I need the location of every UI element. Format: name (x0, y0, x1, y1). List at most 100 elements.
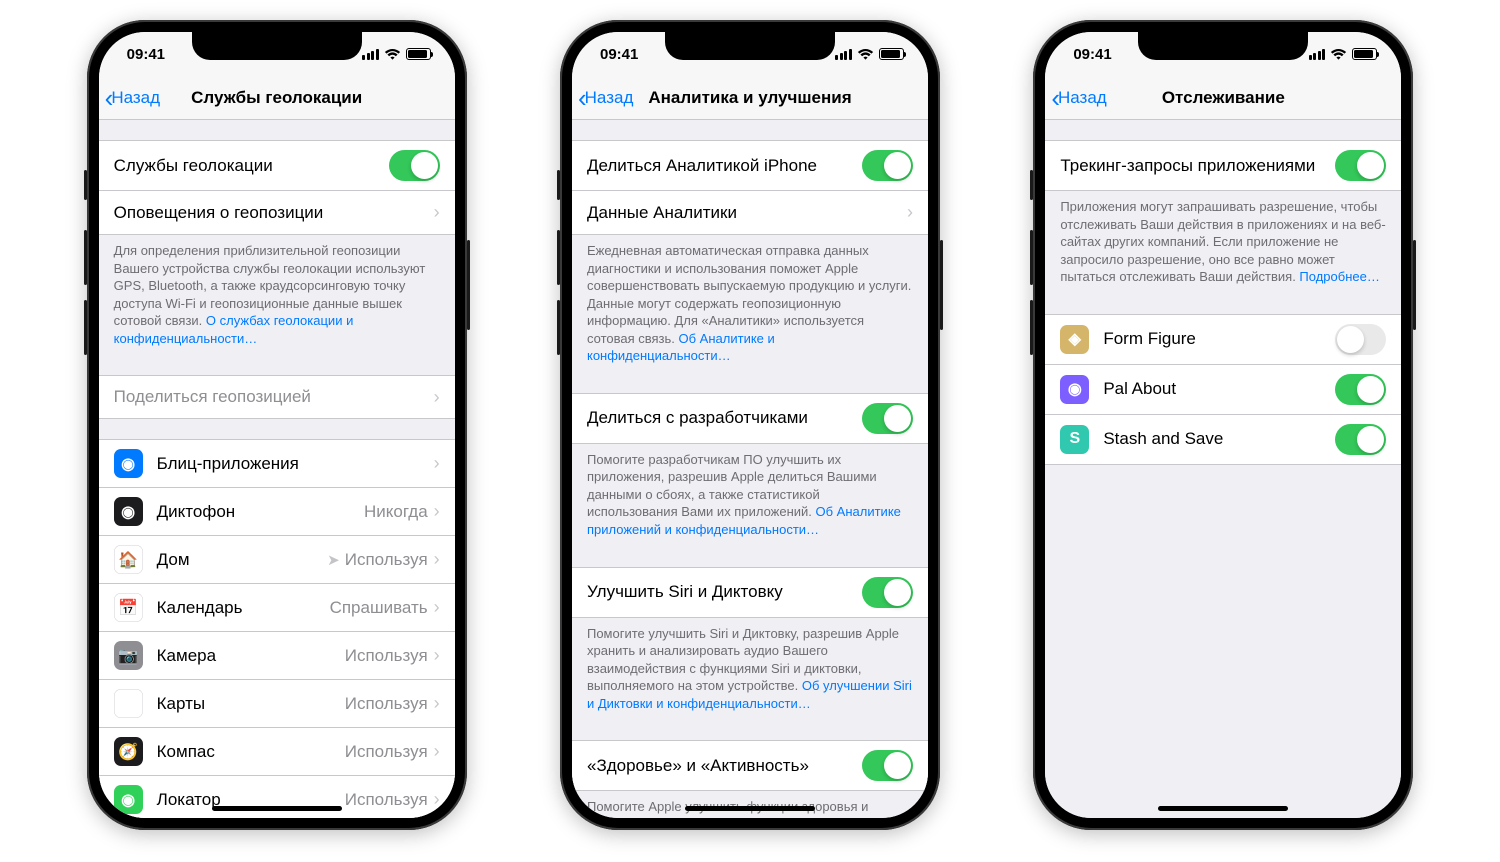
nav-bar: ‹ Назад Отслеживание (1045, 76, 1401, 120)
phone-3: 09:41 ‹ Назад Отслеживание Трекинг-запро… (1033, 20, 1413, 830)
battery-icon (1352, 48, 1377, 60)
app-name: Pal About (1103, 379, 1335, 399)
wifi-icon (384, 48, 401, 61)
battery-icon (406, 48, 431, 60)
link-learn-more[interactable]: Подробнее… (1299, 269, 1379, 284)
signal-icon (835, 49, 852, 60)
footer-siri: Помогите улучшить Siri и Диктовку, разре… (572, 618, 928, 721)
tracking-app-row[interactable]: ◉ Pal About (1045, 365, 1401, 415)
toggle-tracking-requests[interactable] (1335, 150, 1386, 181)
content[interactable]: Делиться Аналитикой iPhone Данные Аналит… (572, 120, 928, 818)
app-name: Компас (157, 742, 345, 762)
app-row[interactable]: 🗺КартыИспользуя› (99, 680, 455, 728)
toggle-location-services[interactable] (389, 150, 440, 181)
wifi-icon (1330, 48, 1347, 61)
chevron-right-icon: › (434, 202, 440, 223)
toggle-improve-siri[interactable] (862, 577, 913, 608)
chevron-right-icon: › (434, 549, 440, 570)
back-button[interactable]: ‹ Назад (578, 85, 633, 111)
row-location-services[interactable]: Службы геолокации (99, 140, 455, 191)
app-icon: ◉ (114, 449, 143, 478)
chevron-right-icon: › (907, 202, 913, 223)
app-icon: ◉ (1060, 375, 1089, 404)
home-indicator[interactable] (212, 806, 342, 811)
content[interactable]: Трекинг-запросы приложениями Приложения … (1045, 120, 1401, 818)
home-indicator[interactable] (1158, 806, 1288, 811)
app-name: Form Figure (1103, 329, 1335, 349)
tracking-app-row[interactable]: ◈ Form Figure (1045, 314, 1401, 365)
app-name: Календарь (157, 598, 330, 618)
status-time: 09:41 (600, 46, 638, 63)
app-icon: 📅 (114, 593, 143, 622)
app-detail: Используя (345, 646, 428, 666)
app-row[interactable]: 📷 КамераИспользуя › (99, 632, 455, 680)
footer-location-info: Для определения приблизительной геопозиц… (99, 235, 455, 355)
home-indicator[interactable] (685, 806, 815, 811)
phone-1: 09:41 ‹ Назад Службы геолокации Службы г… (87, 20, 467, 830)
app-row[interactable]: ◉ Блиц-приложения› (99, 439, 455, 488)
chevron-right-icon: › (434, 501, 440, 522)
row-health-activity[interactable]: «Здоровье» и «Активность» (572, 740, 928, 791)
footer-analytics: Ежедневная автоматическая отправка данны… (572, 235, 928, 373)
app-name: Камера (157, 646, 345, 666)
app-name: Диктофон (157, 502, 364, 522)
back-button[interactable]: ‹ Назад (1051, 85, 1106, 111)
back-label: Назад (585, 88, 634, 108)
app-icon: 📷 (114, 641, 143, 670)
row-share-location[interactable]: Поделиться геопозицией › (99, 375, 455, 419)
app-row[interactable]: 🏠Дом➤Используя› (99, 536, 455, 584)
app-icon: 🏠 (114, 545, 143, 574)
tracking-app-list: ◈ Form Figure ◉ Pal About S Stash and Save (1045, 314, 1401, 465)
app-name: Карты (157, 694, 345, 714)
chevron-right-icon: › (434, 741, 440, 762)
app-icon: S (1060, 425, 1089, 454)
app-row[interactable]: 🧭КомпасИспользуя› (99, 728, 455, 776)
chevron-right-icon: › (434, 645, 440, 666)
app-list: ◉Блиц-приложения›◉ДиктофонНикогда›🏠Дом➤И… (99, 439, 455, 818)
app-detail: Используя (345, 742, 428, 762)
status-time: 09:41 (1073, 46, 1111, 63)
chevron-right-icon: › (434, 387, 440, 408)
back-label: Назад (111, 88, 160, 108)
app-detail: Никогда (364, 502, 428, 522)
toggle-health-activity[interactable] (862, 750, 913, 781)
signal-icon (362, 49, 379, 60)
notch (1138, 32, 1308, 60)
app-icon: ◈ (1060, 325, 1089, 354)
back-button[interactable]: ‹ Назад (105, 85, 160, 111)
app-row[interactable]: ◉ ДиктофонНикогда › (99, 488, 455, 536)
chevron-right-icon: › (434, 597, 440, 618)
chevron-right-icon: › (434, 453, 440, 474)
app-row[interactable]: ◉ЛокаторИспользуя› (99, 776, 455, 818)
app-icon: ◉ (114, 785, 143, 814)
phone-2: 09:41 ‹ Назад Аналитика и улучшения Дели… (560, 20, 940, 830)
row-location-alerts[interactable]: Оповещения о геопозиции › (99, 191, 455, 235)
toggle-share-developers[interactable] (862, 403, 913, 434)
app-detail: Используя (345, 790, 428, 810)
toggle-share-analytics[interactable] (862, 150, 913, 181)
nav-bar: ‹ Назад Аналитика и улучшения (572, 76, 928, 120)
toggle-app-tracking[interactable] (1335, 424, 1386, 455)
app-detail: Используя (345, 550, 428, 570)
battery-icon (879, 48, 904, 60)
row-analytics-data[interactable]: Данные Аналитики › (572, 191, 928, 235)
content[interactable]: Службы геолокации Оповещения о геопозици… (99, 120, 455, 818)
app-row[interactable]: 📅КалендарьСпрашивать› (99, 584, 455, 632)
app-name: Блиц-приложения (157, 454, 434, 474)
location-arrow-icon: ➤ (327, 551, 340, 569)
toggle-app-tracking[interactable] (1335, 324, 1386, 355)
chevron-right-icon: › (434, 693, 440, 714)
footer-tracking: Приложения могут запрашивать разрешение,… (1045, 191, 1401, 294)
app-name: Stash and Save (1103, 429, 1335, 449)
tracking-app-row[interactable]: S Stash and Save (1045, 415, 1401, 465)
wifi-icon (857, 48, 874, 61)
row-tracking-requests[interactable]: Трекинг-запросы приложениями (1045, 140, 1401, 191)
toggle-app-tracking[interactable] (1335, 374, 1386, 405)
app-icon: ◉ (114, 497, 143, 526)
row-share-iphone-analytics[interactable]: Делиться Аналитикой iPhone (572, 140, 928, 191)
nav-bar: ‹ Назад Службы геолокации (99, 76, 455, 120)
footer-health: Помогите Apple улучшить функции здоровья… (572, 791, 928, 818)
row-improve-siri[interactable]: Улучшить Siri и Диктовку (572, 567, 928, 618)
app-detail: Используя (345, 694, 428, 714)
row-share-with-developers[interactable]: Делиться с разработчиками (572, 393, 928, 444)
